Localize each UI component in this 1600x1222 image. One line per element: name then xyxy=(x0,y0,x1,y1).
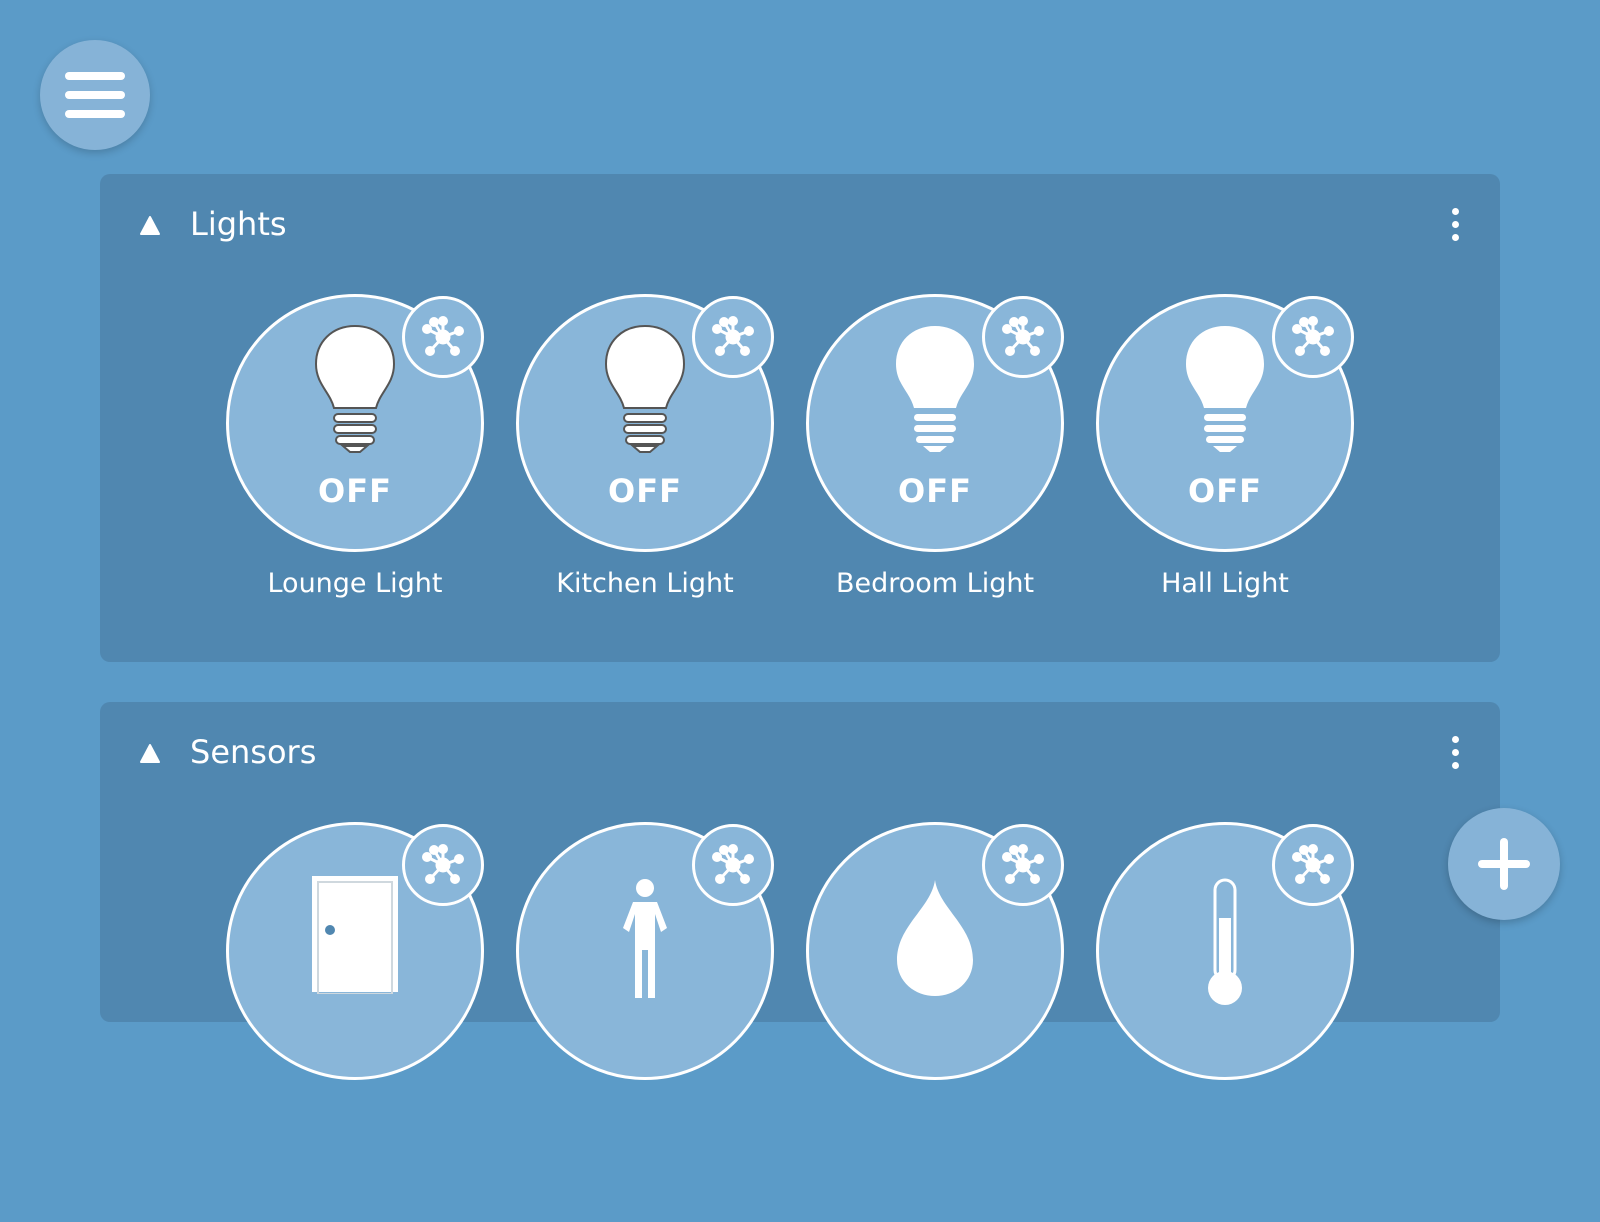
device-tile-water-sensor[interactable] xyxy=(806,822,1066,1142)
lightbulb-filled-icon xyxy=(1186,326,1264,452)
device-hub-badge[interactable] xyxy=(692,296,774,378)
device-state-label: OFF xyxy=(898,472,972,510)
lightbulb-outline-icon xyxy=(604,324,686,453)
hub-network-icon xyxy=(1292,316,1334,356)
lights-group-title: Lights xyxy=(190,205,287,243)
hub-network-icon xyxy=(1292,844,1334,884)
lightbulb-outline-icon xyxy=(314,324,396,453)
device-state-label: OFF xyxy=(318,472,392,510)
device-hub-badge[interactable] xyxy=(1272,824,1354,906)
device-hub-badge[interactable] xyxy=(982,296,1064,378)
hamburger-menu-icon xyxy=(65,72,125,118)
hub-network-icon xyxy=(1002,316,1044,356)
device-tile-hall-light[interactable]: OFF Hall Light xyxy=(1096,294,1356,614)
lights-group-header: Lights xyxy=(100,174,1500,274)
device-hub-badge[interactable] xyxy=(402,824,484,906)
lightbulb-filled-icon xyxy=(896,326,974,452)
sensors-group-header: Sensors xyxy=(100,702,1500,802)
lights-group-panel: Lights OFF Lounge Light OFF Kitchen Ligh… xyxy=(100,174,1500,662)
device-hub-badge[interactable] xyxy=(692,824,774,906)
sensors-collapse-toggle[interactable] xyxy=(138,742,162,766)
person-motion-icon xyxy=(623,879,667,998)
add-device-button[interactable] xyxy=(1448,808,1560,920)
device-tile-door-sensor[interactable] xyxy=(226,822,486,1142)
lights-more-button[interactable] xyxy=(1440,204,1470,244)
triangle-up-icon xyxy=(140,744,160,763)
device-hub-badge[interactable] xyxy=(982,824,1064,906)
device-state-label: OFF xyxy=(608,472,682,510)
device-state-label: OFF xyxy=(1188,472,1262,510)
device-tile-temperature-sensor[interactable] xyxy=(1096,822,1356,1142)
hub-network-icon xyxy=(422,844,464,884)
hub-network-icon xyxy=(712,316,754,356)
sensors-more-button[interactable] xyxy=(1440,732,1470,772)
hub-network-icon xyxy=(1002,844,1044,884)
device-tile-motion-sensor[interactable] xyxy=(516,822,776,1142)
sensors-group-title: Sensors xyxy=(190,733,317,771)
sensors-device-grid xyxy=(100,822,1500,1222)
door-icon xyxy=(312,876,398,994)
device-name-label: Lounge Light xyxy=(267,568,443,599)
sensors-group-panel: Sensors xyxy=(100,702,1500,1080)
device-tile-kitchen-light[interactable]: OFF Kitchen Light xyxy=(516,294,776,614)
water-drop-icon xyxy=(897,880,973,996)
device-tile-bedroom-light[interactable]: OFF Bedroom Light xyxy=(806,294,1066,614)
device-tile-lounge-light[interactable]: OFF Lounge Light xyxy=(226,294,486,614)
triangle-up-icon xyxy=(140,216,160,235)
more-vert-icon xyxy=(1451,735,1459,743)
menu-button[interactable] xyxy=(40,40,150,150)
plus-icon xyxy=(1478,838,1530,890)
more-vert-icon xyxy=(1451,207,1459,215)
lights-collapse-toggle[interactable] xyxy=(138,214,162,238)
device-hub-badge[interactable] xyxy=(402,296,484,378)
lights-device-grid: OFF Lounge Light OFF Kitchen Light OFF B… xyxy=(100,294,1500,694)
device-name-label: Hall Light xyxy=(1161,568,1289,599)
thermometer-icon xyxy=(1208,878,1242,1005)
device-name-label: Bedroom Light xyxy=(835,568,1035,599)
hub-network-icon xyxy=(712,844,754,884)
device-name-label: Kitchen Light xyxy=(556,568,734,599)
device-hub-badge[interactable] xyxy=(1272,296,1354,378)
hub-network-icon xyxy=(422,316,464,356)
